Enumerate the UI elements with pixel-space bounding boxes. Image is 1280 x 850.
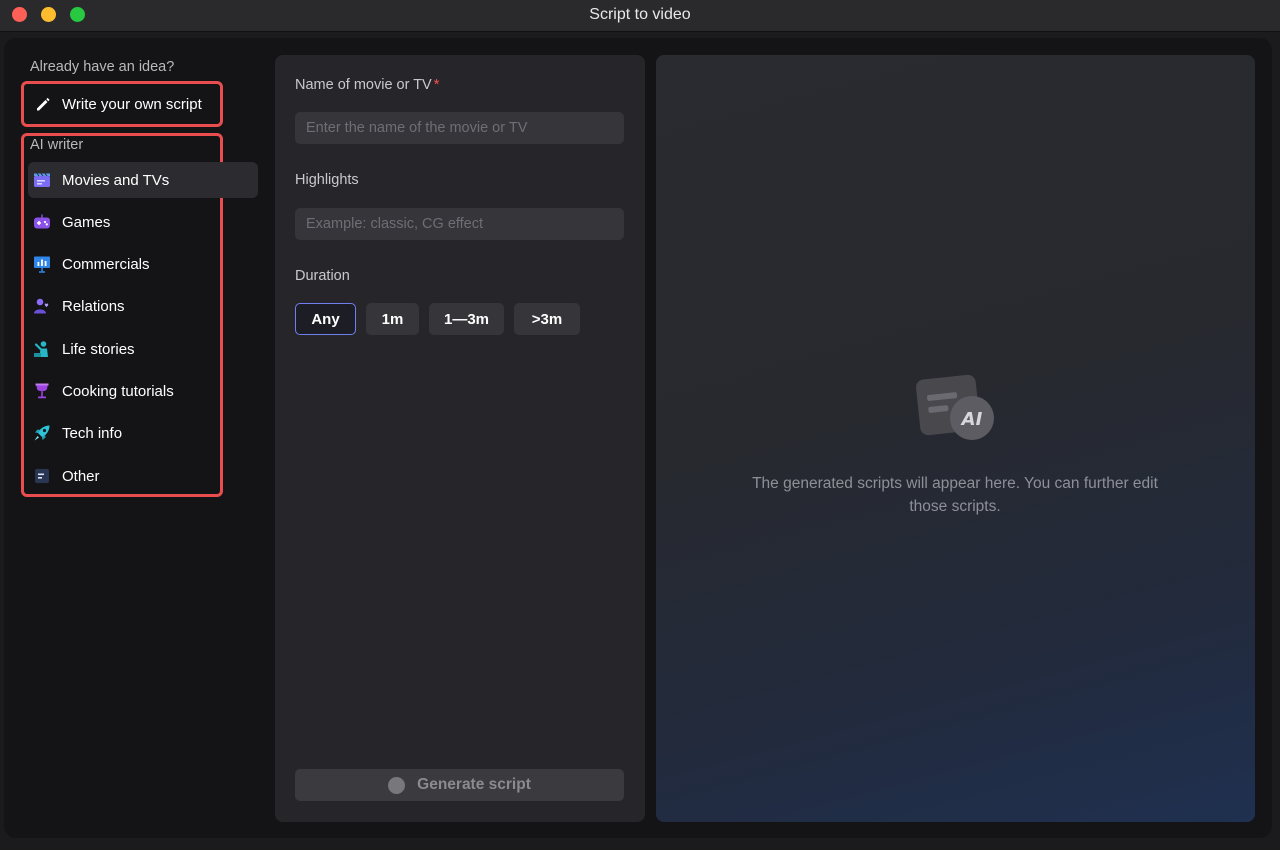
loading-spinner-icon (388, 776, 406, 794)
write-own-script-button[interactable]: Write your own script (28, 89, 218, 119)
script-form-panel (275, 55, 645, 822)
sidebar-item-commercials[interactable]: Commercials (28, 246, 258, 282)
pencil-icon (30, 94, 56, 114)
sidebar-item-label: Life stories (62, 340, 135, 358)
sidebar-item-label: Other (62, 467, 100, 485)
sidebar-item-label: Cooking tutorials (62, 382, 174, 400)
sidebar-item-label: Tech info (62, 424, 123, 442)
sidebar-item-label: Relations (62, 297, 125, 315)
document-icon (31, 465, 53, 487)
name-label-text: Name of movie or TV (295, 77, 432, 93)
movie-name-input[interactable] (295, 112, 624, 144)
sidebar-item-cooking[interactable]: Cooking tutorials (28, 373, 258, 409)
duration-over-3m-chip[interactable]: >3m (514, 303, 580, 335)
person-waving-icon (31, 338, 53, 360)
ai-writer-heading: AI writer (30, 137, 84, 153)
name-label: Name of movie or TV * (295, 77, 439, 93)
generate-script-label: Generate script (417, 776, 531, 793)
people-heart-icon (31, 295, 53, 317)
window-title: Script to video (589, 6, 691, 23)
sidebar-item-other[interactable]: Other (28, 458, 258, 494)
sidebar-item-tech-info[interactable]: Tech info (28, 415, 258, 451)
ai-script-icon: AI (916, 374, 996, 441)
highlights-input[interactable] (295, 208, 624, 240)
write-own-script-label: Write your own script (62, 95, 202, 113)
highlights-label: Highlights (295, 172, 359, 188)
sidebar-item-label: Movies and TVs (62, 171, 170, 189)
duration-1-3m-chip[interactable]: 1—3m (429, 303, 504, 335)
sidebar-item-label: Commercials (62, 255, 150, 273)
sidebar-item-relations[interactable]: Relations (28, 288, 258, 324)
sidebar-item-life-stories[interactable]: Life stories (28, 331, 258, 367)
duration-label: Duration (295, 268, 350, 284)
duration-any-chip[interactable]: Any (295, 303, 356, 335)
presentation-chart-icon (31, 253, 53, 275)
idea-heading: Already have an idea? (30, 59, 175, 75)
required-mark: * (433, 77, 440, 93)
ai-badge-text: AI (960, 409, 983, 430)
rocket-icon (31, 422, 53, 444)
title-bar: Script to video (0, 0, 1280, 32)
gamepad-icon (31, 211, 53, 233)
sidebar-item-label: Games (62, 213, 111, 231)
clapperboard-icon (31, 169, 53, 191)
wine-glass-icon (31, 380, 53, 402)
sidebar-item-movies[interactable]: Movies and TVs (28, 162, 258, 198)
duration-1m-chip[interactable]: 1m (366, 303, 419, 335)
empty-state-text: The generated scripts will appear here. … (752, 475, 1158, 515)
generate-script-button[interactable]: Generate script (295, 769, 624, 801)
sidebar-item-games[interactable]: Games (28, 204, 258, 240)
